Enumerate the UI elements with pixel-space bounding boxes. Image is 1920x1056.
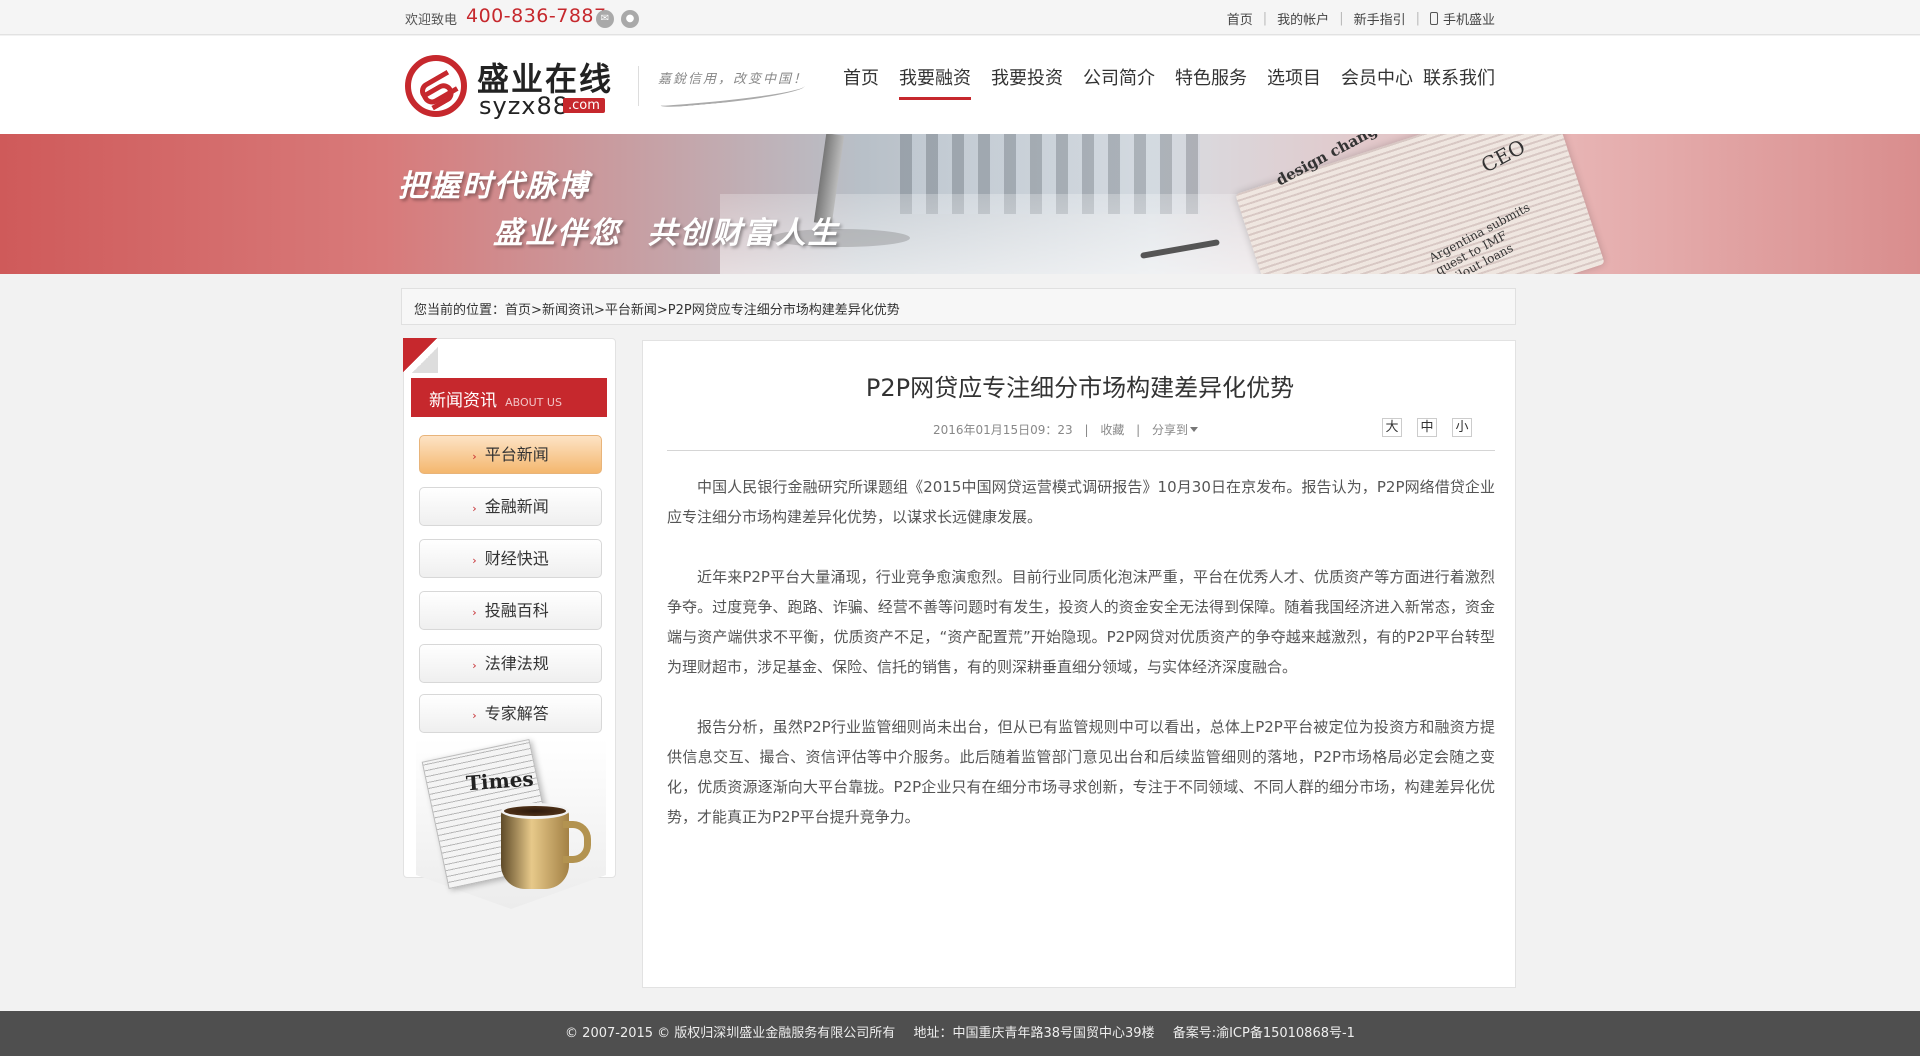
- caret-down-icon: [1190, 427, 1199, 432]
- sidebar-item-label: 金融新闻: [484, 497, 549, 516]
- coffee-mug-top: [501, 803, 569, 819]
- breadcrumb-sep: >: [593, 303, 605, 318]
- divider: |: [1339, 11, 1344, 26]
- footer-icp[interactable]: 备案号:渝ICP备15010868号-1: [1173, 1026, 1355, 1041]
- promo-newspaper-title: Times: [465, 766, 535, 796]
- chevron-right-icon: ›: [472, 554, 477, 567]
- breadcrumb-home[interactable]: 首页: [505, 303, 531, 318]
- corner-fold: [412, 347, 438, 373]
- breadcrumb: 您当前的位置：首页>新闻资讯>平台新闻>P2P网贷应专注细分市场构建差异化优势: [401, 288, 1516, 325]
- welcome-text: 欢迎致电: [405, 13, 458, 28]
- nav-item-home[interactable]: 首页: [843, 64, 879, 100]
- breadcrumb-sep: >: [531, 303, 542, 318]
- chevron-right-icon: ›: [472, 709, 477, 722]
- top-link-account[interactable]: 我的帐户: [1277, 9, 1329, 28]
- chevron-right-icon: ›: [472, 450, 477, 463]
- chevron-right-icon: ›: [472, 606, 477, 619]
- site-footer: © 2007-2015 © 版权归深圳盛业金融服务有限公司所有 地址：中国重庆青…: [0, 1011, 1920, 1056]
- article-paragraph: 报告分析，虽然P2P行业监管细则尚未出台，但从已有监管规则中可以看出，总体上P2…: [667, 718, 1495, 826]
- breadcrumb-current: P2P网贷应专注细分市场构建差异化优势: [667, 303, 900, 318]
- breadcrumb-sep: >: [656, 303, 668, 318]
- sidebar-item-label: 投融百科: [484, 601, 549, 620]
- font-size-large-button[interactable]: 大: [1382, 418, 1402, 437]
- main-nav: 首页 我要融资 我要投资 公司简介 特色服务 选项目 会员中心 联系我们: [843, 64, 1515, 100]
- nav-item-about[interactable]: 公司简介: [1083, 64, 1155, 100]
- article-paragraph: 近年来P2P平台大量涌现，行业竞争愈演愈烈。目前行业同质化泡沫严重，平台在优秀人…: [667, 568, 1495, 676]
- sidebar-title-en: ABOUT US: [505, 396, 562, 409]
- font-size-small-button[interactable]: 小: [1452, 418, 1472, 437]
- chevron-right-icon: ›: [472, 659, 477, 672]
- top-link-guide[interactable]: 新手指引: [1354, 9, 1406, 28]
- sidebar-item-encyclopedia[interactable]: › 投融百科: [419, 591, 602, 630]
- breadcrumb-platform-news[interactable]: 平台新闻: [605, 303, 657, 318]
- sidebar-item-finance-flash[interactable]: › 财经快迅: [419, 539, 602, 578]
- hotline-number: 400-836-7887: [466, 5, 607, 27]
- article-paragraph: 中国人民银行金融研究所课题组《2015中国网贷运营模式调研报告》10月30日在京…: [667, 478, 1495, 526]
- divider: |: [1136, 423, 1141, 437]
- divider: |: [1415, 11, 1420, 26]
- sidebar-item-label: 法律法规: [484, 654, 549, 673]
- share-dropdown[interactable]: 分享到: [1152, 423, 1199, 437]
- footer-address: 地址：中国重庆青年路38号国贸中心39楼: [913, 1026, 1155, 1041]
- article-panel: P2P网贷应专注细分市场构建差异化优势 2016年01月15日09：23 | 收…: [642, 340, 1516, 988]
- breadcrumb-news[interactable]: 新闻资讯: [542, 303, 594, 318]
- breadcrumb-prefix: 您当前的位置：: [414, 303, 506, 318]
- sidebar-item-laws[interactable]: › 法律法规: [419, 644, 602, 683]
- banner-slogan-line1: 把握时代脉博: [398, 169, 590, 204]
- divider: |: [1084, 423, 1089, 437]
- top-links: 首页 | 我的帐户 | 新手指引 | 手机盛业: [1227, 9, 1495, 28]
- sidebar: 新闻资讯 ABOUT US › 平台新闻 › 金融新闻 › 财经快迅 › 投融百科 › 法…: [403, 338, 616, 909]
- nav-item-projects[interactable]: 选项目: [1267, 64, 1321, 100]
- logo-com-badge: .com: [563, 98, 605, 113]
- banner-newspaper: [1235, 134, 1605, 274]
- sidebar-item-platform-news[interactable]: › 平台新闻: [419, 435, 602, 474]
- divider: |: [1262, 11, 1268, 26]
- sidebar-item-label: 财经快迅: [484, 549, 549, 568]
- logo-domain[interactable]: syzx88: [479, 92, 569, 120]
- hero-banner: design change CEO Argentina submits ques…: [0, 134, 1920, 274]
- coffee-mug-icon: [501, 809, 569, 889]
- article-meta: 2016年01月15日09：23 | 收藏 | 分享到: [933, 421, 1199, 438]
- font-size-medium-button[interactable]: 中: [1417, 418, 1437, 437]
- font-size-controls: 大 中 小: [1382, 418, 1487, 437]
- banner-slogan-line2: 盛业伴您 共创财富人生: [493, 216, 840, 251]
- divider: [667, 450, 1495, 451]
- collect-link[interactable]: 收藏: [1100, 423, 1124, 437]
- article-title: P2P网贷应专注细分市场构建差异化优势: [865, 374, 1295, 402]
- article-date: 2016年01月15日09：23: [933, 423, 1073, 437]
- logo-icon[interactable]: [405, 55, 467, 117]
- sidebar-item-label: 专家解答: [484, 704, 549, 723]
- nav-item-invest[interactable]: 我要投资: [991, 64, 1063, 100]
- article-body: 中国人民银行金融研究所课题组《2015中国网贷运营模式调研报告》10月30日在京…: [667, 472, 1495, 862]
- site-header: 盛业在线 syzx88 .com 嘉銳信用，改变中国！ 首页 我要融资 我要投资…: [0, 36, 1920, 134]
- nav-item-financing[interactable]: 我要融资: [899, 64, 971, 100]
- chevron-right-icon: ›: [472, 502, 477, 515]
- footer-copyright: © 2007-2015 © 版权归深圳盛业金融服务有限公司所有: [565, 1026, 896, 1041]
- sidebar-item-label: 平台新闻: [484, 445, 549, 464]
- promo-image: Times: [416, 738, 606, 914]
- share-label: 分享到: [1152, 423, 1189, 437]
- sidebar-item-experts[interactable]: › 专家解答: [419, 694, 602, 733]
- divider: [638, 66, 639, 106]
- sidebar-title-cn: 新闻资讯: [429, 391, 497, 411]
- top-link-home[interactable]: 首页: [1227, 9, 1253, 28]
- nav-item-contact[interactable]: 联系我们: [1423, 64, 1495, 100]
- mobile-phone-icon: [1429, 12, 1438, 25]
- qq-icon[interactable]: ●: [621, 10, 639, 28]
- top-bar: 欢迎致电 400-836-7887 ✉ ● 首页 | 我的帐户 | 新手指引 |…: [0, 0, 1920, 35]
- wechat-icon[interactable]: ✉: [596, 10, 614, 28]
- sidebar-item-finance-news[interactable]: › 金融新闻: [419, 487, 602, 526]
- top-link-mobile[interactable]: 手机盛业: [1443, 9, 1495, 28]
- sidebar-title: 新闻资讯 ABOUT US: [411, 378, 607, 417]
- nav-item-member[interactable]: 会员中心: [1341, 64, 1413, 100]
- nav-item-services[interactable]: 特色服务: [1175, 64, 1247, 100]
